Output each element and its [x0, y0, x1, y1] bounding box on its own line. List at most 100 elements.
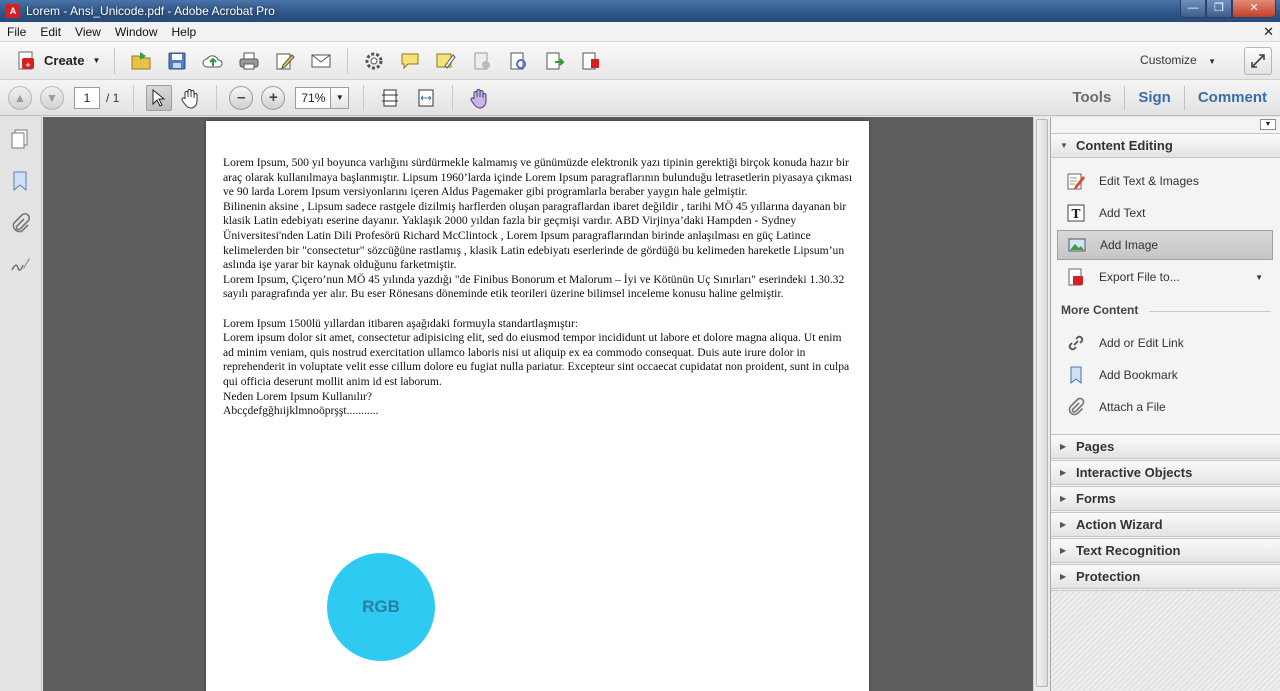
tool-label: Attach a File [1099, 400, 1166, 414]
menu-bar: File Edit View Window Help ✕ [0, 22, 1280, 42]
edit-text-images-tool[interactable]: Edit Text & Images [1057, 167, 1273, 195]
page-thumbnails-icon[interactable] [8, 127, 32, 151]
zoom-in-button[interactable]: + [261, 85, 286, 110]
section-interactive-objects[interactable]: ▶ Interactive Objects [1051, 460, 1280, 485]
delete-page-icon[interactable] [471, 50, 493, 72]
tool-label: Add or Edit Link [1099, 336, 1184, 350]
add-edit-link-tool[interactable]: Add or Edit Link [1057, 329, 1273, 357]
export-file-tool[interactable]: Export File to... ▼ [1057, 263, 1273, 291]
hand-tool-icon[interactable] [179, 87, 201, 109]
paragraph: Lorem Ipsum, 500 yıl boyunca varlığını s… [223, 156, 853, 199]
create-pdf-icon: + [16, 50, 38, 72]
gear-icon[interactable] [363, 50, 385, 72]
page-navigation-toolbar: ▲ ▼ 1 / 1 – + 71% ▼ Tools Sign Comment [0, 80, 1280, 116]
section-forms[interactable]: ▶ Forms [1051, 486, 1280, 511]
rgb-image-label: RGB [362, 597, 400, 616]
add-image-tool[interactable]: Add Image [1057, 230, 1273, 260]
toolbar-separator [114, 47, 116, 74]
pane-options-icon[interactable]: ▼ [1260, 119, 1276, 130]
fit-width-icon[interactable] [415, 87, 437, 109]
rgb-circle-image[interactable]: RGB [327, 553, 435, 661]
expanded-triangle-icon: ▼ [1060, 141, 1068, 150]
chevron-down-icon: ▼ [1208, 57, 1216, 66]
task-pane-tabs: Tools Sign Comment [1059, 80, 1280, 116]
paragraph: Neden Lorem Ipsum Kullanılır? [223, 389, 373, 403]
maximize-button[interactable]: ❐ [1206, 0, 1232, 18]
select-tool-button[interactable] [146, 84, 173, 111]
zoom-selector[interactable]: 71% ▼ [295, 86, 350, 109]
chevron-down-icon[interactable]: ▼ [331, 86, 350, 109]
save-icon[interactable] [166, 50, 188, 72]
section-pages[interactable]: ▶ Pages [1051, 434, 1280, 459]
vertical-scrollbar[interactable] [1033, 117, 1050, 691]
close-document-icon[interactable]: ✕ [1263, 24, 1274, 40]
add-text-icon: T [1065, 202, 1087, 224]
collapsed-triangle-icon: ▶ [1060, 520, 1067, 529]
expand-view-button[interactable] [1244, 47, 1272, 75]
chevron-down-icon: ▼ [92, 56, 101, 65]
add-text-tool[interactable]: T Add Text [1057, 199, 1273, 227]
section-content-editing[interactable]: ▼ Content Editing [1051, 133, 1280, 158]
highlight-icon[interactable] [435, 50, 457, 72]
more-content-label: More Content [1061, 303, 1139, 317]
document-viewport[interactable]: Lorem Ipsum, 500 yıl boyunca varlığını s… [43, 117, 1033, 691]
menu-edit[interactable]: Edit [33, 25, 68, 39]
comment-bubble-icon[interactable] [399, 50, 421, 72]
collapsed-triangle-icon: ▶ [1060, 468, 1067, 477]
collapsed-triangle-icon: ▶ [1060, 442, 1067, 451]
chevron-down-icon[interactable]: ▼ [1255, 273, 1263, 282]
tab-tools[interactable]: Tools [1059, 86, 1124, 110]
signatures-icon[interactable] [8, 253, 32, 277]
paragraph: Lorem ipsum dolor sit amet, consectetur … [223, 331, 850, 388]
section-title: Forms [1076, 491, 1116, 506]
attach-file-tool[interactable]: Attach a File [1057, 393, 1273, 421]
paragraph: Bilinenin aksine , Lipsum sadece rastgel… [223, 199, 847, 272]
edit-pdf-icon[interactable] [579, 50, 601, 72]
paperclip-icon [1065, 396, 1087, 418]
previous-page-button[interactable]: ▲ [8, 85, 32, 110]
cloud-upload-icon[interactable] [202, 50, 224, 72]
open-folder-icon[interactable] [130, 50, 152, 72]
bookmarks-icon[interactable] [8, 169, 32, 193]
menu-view[interactable]: View [68, 25, 108, 39]
toolbar-separator [133, 84, 135, 111]
export-page-icon[interactable] [543, 50, 565, 72]
section-text-recognition[interactable]: ▶ Text Recognition [1051, 538, 1280, 563]
toolbar-separator [347, 47, 349, 74]
section-protection[interactable]: ▶ Protection [1051, 564, 1280, 589]
edit-document-icon[interactable] [274, 50, 296, 72]
email-icon[interactable] [310, 50, 332, 72]
menu-file[interactable]: File [0, 25, 33, 39]
section-title: Interactive Objects [1076, 465, 1193, 480]
scrollbar-thumb[interactable] [1036, 119, 1048, 687]
paragraph: Lorem Ipsum 1500lü yıllardan itibaren aş… [223, 316, 579, 330]
tool-label: Add Text [1099, 206, 1146, 220]
empty-pane-area [1051, 590, 1280, 691]
read-mode-hand-icon[interactable] [468, 87, 490, 109]
pdf-page[interactable]: Lorem Ipsum, 500 yıl boyunca varlığını s… [206, 121, 869, 691]
tab-sign[interactable]: Sign [1124, 86, 1184, 110]
zoom-out-button[interactable]: – [229, 85, 254, 110]
link-icon [1065, 332, 1087, 354]
zoom-input[interactable]: 71% [295, 86, 332, 109]
menu-help[interactable]: Help [165, 25, 204, 39]
compare-icon[interactable] [507, 50, 529, 72]
customize-dropdown[interactable]: Customize ▼ [1140, 53, 1216, 67]
menu-window[interactable]: Window [108, 25, 165, 39]
page-number-input[interactable]: 1 [74, 86, 100, 109]
common-toolbar: + Create ▼ Customize ▼ [0, 42, 1280, 80]
attachments-paperclip-icon[interactable] [8, 211, 32, 235]
section-action-wizard[interactable]: ▶ Action Wizard [1051, 512, 1280, 537]
bookmark-icon [1065, 364, 1087, 386]
acrobat-app-icon[interactable]: A [6, 4, 20, 18]
tab-comment[interactable]: Comment [1183, 86, 1280, 110]
minimize-button[interactable]: — [1180, 0, 1206, 18]
print-icon[interactable] [238, 50, 260, 72]
fit-page-icon[interactable] [379, 87, 401, 109]
add-bookmark-tool[interactable]: Add Bookmark [1057, 361, 1273, 389]
collapsed-triangle-icon: ▶ [1060, 546, 1067, 555]
create-button[interactable]: + Create ▼ [10, 47, 106, 75]
close-window-button[interactable]: ✕ [1232, 0, 1276, 18]
next-page-button[interactable]: ▼ [40, 85, 64, 110]
section-title: Pages [1076, 439, 1115, 454]
